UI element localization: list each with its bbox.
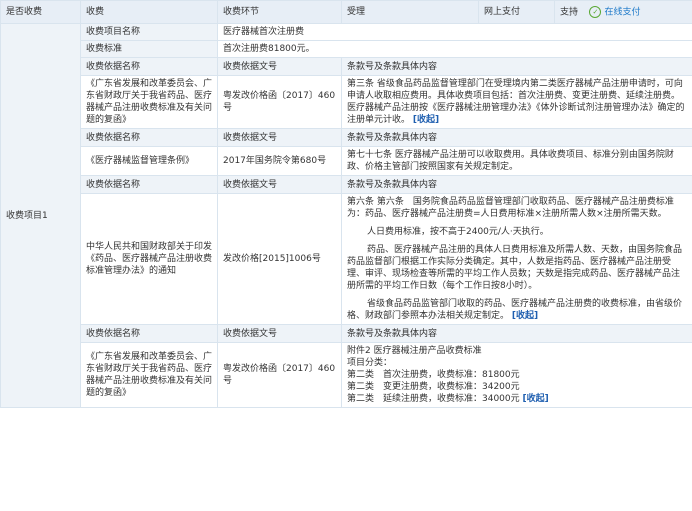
basis-name: 《医疗器械监督管理条例》: [80, 146, 218, 176]
basis-clause-header: 条款号及条款具体内容: [341, 175, 692, 194]
basis-clause: 附件2 医疗器械注册产品收费标准 项目分类： 第二类 首次注册费，收费标准：81…: [341, 342, 692, 408]
clause-line: 第二类 变更注册费，收费标准：34200元: [347, 382, 520, 392]
basis-name: 《广东省发展和改革委员会、广东省财政厅关于我省药品、医疗器械产品注册收费标准及有…: [80, 342, 218, 408]
basis-clause: 第七十七条 医疗器械产品注册可以收取费用。具体收费项目、标准分别由国务院财政、价…: [341, 146, 692, 176]
standard-label: 收费标准: [80, 40, 218, 58]
clause-line: 第二类 首次注册费，收费标准：81800元: [347, 370, 520, 380]
header-fee-stage: 收费环节: [217, 0, 342, 24]
table-header-row: 是否收费 收费 收费环节 受理 网上支付 支持 ✓ 在线支付: [0, 0, 692, 24]
basis-doc: 粤发改价格函〔2017〕460号: [217, 342, 342, 408]
clause-paragraph: 药品、医疗器械产品注册的具体人日费用标准及所需人数、天数，由国务院食品药品监督部…: [347, 245, 683, 291]
clause-paragraph: 第六条 第六条 国务院食品药品监督管理部门收取药品、医疗器械产品注册费标准为：药…: [347, 197, 674, 219]
clause-line: 附件2 医疗器械注册产品收费标准: [347, 346, 482, 356]
basis-doc: 粤发改价格函〔2017〕460号: [217, 75, 342, 129]
basis-doc: 2017年国务院令第680号: [217, 146, 342, 176]
support-label: 支持: [560, 7, 579, 18]
item-name-label: 收费项目名称: [80, 23, 218, 41]
basis-clause: 第三条 省级食品药品监督管理部门在受理境内第二类医疗器械产品注册申请时，可向申请…: [341, 75, 692, 129]
basis-clause-header: 条款号及条款具体内容: [341, 57, 692, 76]
basis-doc: 发改价格[2015]1006号: [217, 193, 342, 325]
collapse-link[interactable]: [收起]: [413, 115, 439, 125]
basis-clause: 第六条 第六条 国务院食品药品监督管理部门收取药品、医疗器械产品注册费标准为：药…: [341, 193, 692, 325]
clause-line: 第二类 延续注册费，收费标准：34000元: [347, 394, 520, 404]
basis-name-header: 收费依据名称: [80, 57, 218, 76]
header-is-charged: 是否收费: [0, 0, 81, 24]
clause-line: 项目分类：: [347, 358, 393, 368]
item-name-value: 医疗器械首次注册费: [217, 23, 692, 41]
header-online-payment: 网上支付: [478, 0, 555, 24]
basis-name-header: 收费依据名称: [80, 324, 218, 343]
basis-clause-text: 第三条 省级食品药品监督管理部门在受理境内第二类医疗器械产品注册申请时，可向申请…: [347, 79, 685, 125]
header-accept: 受理: [341, 0, 479, 24]
check-circle-icon: ✓: [589, 5, 602, 18]
basis-name: 《广东省发展和改革委员会、广东省财政厅关于我省药品、医疗器械产品注册收费标准及有…: [80, 75, 218, 129]
online-payment-link[interactable]: 在线支付: [604, 7, 640, 17]
basis-name-header: 收费依据名称: [80, 128, 218, 147]
fee-item-label: 收费项目1: [0, 23, 81, 408]
basis-name: 中华人民共和国财政部关于印发《药品、医疗器械产品注册收费标准管理办法》的通知: [80, 193, 218, 325]
clause-paragraph: 人日费用标准，按不高于2400元/人·天执行。: [367, 227, 549, 237]
collapse-link[interactable]: [收起]: [512, 311, 538, 321]
basis-doc-header: 收费依据文号: [217, 57, 342, 76]
basis-doc-header: 收费依据文号: [217, 324, 342, 343]
basis-name-header: 收费依据名称: [80, 175, 218, 194]
header-support: 支持 ✓ 在线支付: [554, 0, 692, 24]
fee-table: 是否收费 收费 收费环节 受理 网上支付 支持 ✓ 在线支付 收费项目1 收费项目…: [0, 0, 692, 408]
basis-doc-header: 收费依据文号: [217, 175, 342, 194]
header-fee: 收费: [80, 0, 218, 24]
collapse-link[interactable]: [收起]: [523, 394, 549, 404]
basis-clause-header: 条款号及条款具体内容: [341, 324, 692, 343]
basis-doc-header: 收费依据文号: [217, 128, 342, 147]
standard-value: 首次注册费81800元。: [217, 40, 692, 58]
basis-clause-header: 条款号及条款具体内容: [341, 128, 692, 147]
